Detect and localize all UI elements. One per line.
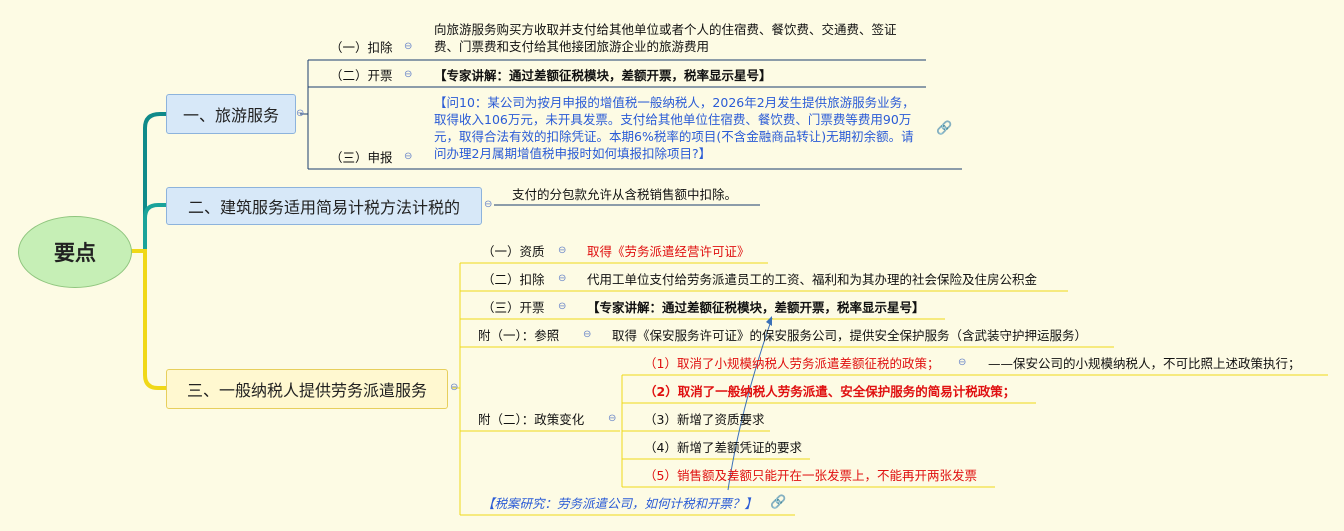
travel-declare-label: （三）申报 <box>330 150 393 165</box>
travel-declare-line-2: 取得收入106万元，未开具发票。支付给其他单位住宿费、餐饮费、门票费等费用90万 <box>434 112 912 127</box>
mindmap-canvas: 要点 一、旅游服务 ⊖ （一）扣除 ⊖ 向旅游服务购买方收取并支付给其他单位或者… <box>0 0 1344 531</box>
case-study-text[interactable]: 【税案研究：劳务派遣公司，如何计税和开票？】 <box>482 495 757 512</box>
travel-declare-line-1: 【问10：某公司为按月申报的增值税一般纳税人，2026年2月发生提供旅游服务业务… <box>434 95 915 110</box>
collapse-icon[interactable]: ⊖ <box>583 330 591 340</box>
dispatch-deduct-text: 代用工单位支付给劳务派遣员工的工资、福利和为其办理的社会保险及住房公积金 <box>587 272 1038 287</box>
branch-construction-service[interactable]: 二、建筑服务适用简易计税方法计税的 <box>166 187 482 225</box>
dispatch-qual-text: 取得《劳务派遣经营许可证》 <box>587 244 750 259</box>
travel-invoice-text: 【专家讲解：通过差额征税模块，差额开票，税率显示星号】 <box>434 68 772 83</box>
travel-declare-line-3: 元，取得合法有效的扣除凭证。本期6%税率的项目(不含金融商品转让)无期初余额。请 <box>434 129 914 144</box>
policy-item-5: （5）销售额及差额只能开在一张发票上，不能再开两张发票 <box>644 468 977 483</box>
dispatch-ref-label: 附（一）：参照 <box>478 328 560 343</box>
collapse-icon[interactable]: ⊖ <box>558 274 566 284</box>
branch-labor-dispatch[interactable]: 三、一般纳税人提供劳务派遣服务 <box>166 369 448 409</box>
collapse-icon[interactable]: ⊖ <box>296 109 304 119</box>
dispatch-invoice-label: （三）开票 <box>482 300 545 315</box>
travel-deduct-text-1: 向旅游服务购买方收取并支付给其他单位或者个人的住宿费、餐饮费、交通费、签证 <box>434 22 897 37</box>
travel-deduct-text-2: 费、门票费和支付给其他接团旅游企业的旅游费用 <box>434 39 710 54</box>
travel-declare-line-4: 问办理2月属期增值税申报时如何填报扣除项目?】 <box>434 146 712 161</box>
policy-item-3: （3）新增了资质要求 <box>644 412 765 427</box>
dispatch-qual-label: （一）资质 <box>482 244 545 259</box>
policy-item-2: （2）取消了一般纳税人劳务派遣、安全保护服务的简易计税政策； <box>644 384 1016 399</box>
dispatch-policy-label: 附（二）：政策变化 <box>478 412 585 427</box>
collapse-icon[interactable]: ⊖ <box>958 358 966 368</box>
collapse-icon[interactable]: ⊖ <box>484 200 492 210</box>
branch-label: 二、建筑服务适用简易计税方法计税的 <box>187 198 460 217</box>
branch-travel-service[interactable]: 一、旅游服务 <box>166 94 296 134</box>
collapse-icon[interactable]: ⊖ <box>558 246 566 256</box>
collapse-icon[interactable]: ⊖ <box>558 302 566 312</box>
policy-item-1-note: ——保安公司的小规模纳税人，不可比照上述政策执行； <box>988 356 1301 371</box>
dispatch-ref-text: 取得《保安服务许可证》的保安服务公司，提供安全保护服务（含武装守护押运服务） <box>612 328 1088 343</box>
construction-text: 支付的分包款允许从含税销售额中扣除。 <box>512 187 738 202</box>
link-icon[interactable]: 🔗 <box>936 120 952 137</box>
collapse-icon[interactable]: ⊖ <box>404 152 412 162</box>
branch-label: 三、一般纳税人提供劳务派遣服务 <box>186 381 427 400</box>
policy-item-4: （4）新增了差额凭证的要求 <box>644 440 802 455</box>
policy-item-1: （1）取消了小规模纳税人劳务派遣差额征税的政策； <box>644 356 940 371</box>
link-icon[interactable]: 🔗 <box>770 494 786 511</box>
root-node[interactable]: 要点 <box>18 216 132 288</box>
dispatch-invoice-text: 【专家讲解：通过差额征税模块，差额开票，税率显示星号】 <box>587 300 925 315</box>
collapse-icon[interactable]: ⊖ <box>608 414 616 424</box>
travel-deduct-label: （一）扣除 <box>330 40 393 55</box>
branch-label: 一、旅游服务 <box>182 106 279 125</box>
collapse-icon[interactable]: ⊖ <box>404 70 412 80</box>
travel-invoice-label: （二）开票 <box>330 68 393 83</box>
collapse-icon[interactable]: ⊖ <box>450 383 458 393</box>
dispatch-deduct-label: （二）扣除 <box>482 272 545 287</box>
collapse-icon[interactable]: ⊖ <box>404 42 412 52</box>
root-label: 要点 <box>54 241 96 265</box>
